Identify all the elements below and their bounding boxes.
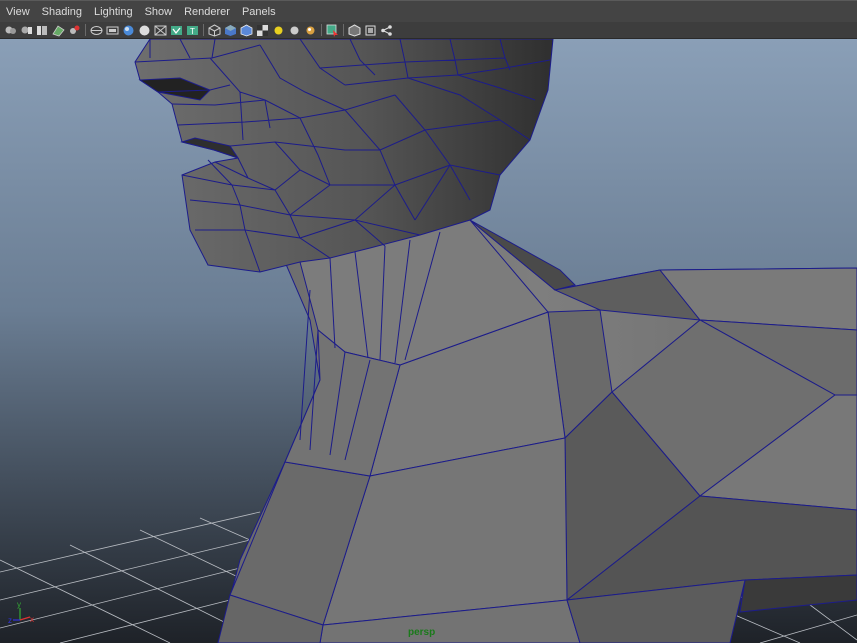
safe-title-icon[interactable]: T (186, 24, 199, 37)
isolate-select-icon[interactable] (326, 24, 339, 37)
toolbar-divider (321, 24, 322, 36)
axis-z-label: z (8, 616, 12, 625)
gate-mask-icon[interactable] (138, 24, 151, 37)
menu-renderer[interactable]: Renderer (178, 2, 236, 22)
camera-lock-icon[interactable] (68, 24, 81, 37)
safe-action-icon[interactable] (170, 24, 183, 37)
axis-y-label: y (17, 600, 21, 609)
resolution-gate-icon[interactable] (122, 24, 135, 37)
menu-view[interactable]: View (0, 2, 36, 22)
scene-canvas[interactable]: y x z (0, 39, 857, 643)
bookmarks-icon[interactable] (36, 24, 49, 37)
xray-icon[interactable] (348, 23, 361, 37)
menu-shading[interactable]: Shading (36, 2, 88, 22)
shadows-icon[interactable] (304, 24, 317, 37)
axis-x-label: x (30, 615, 34, 624)
backface-icon[interactable] (380, 24, 393, 37)
textured-icon[interactable] (256, 24, 269, 37)
maya-viewport-window: View Shading Lighting Show Renderer Pane… (0, 0, 857, 643)
camera-name-label: persp (408, 627, 436, 638)
wireframe-icon[interactable] (208, 23, 221, 37)
panel-menubar: View Shading Lighting Show Renderer Pane… (0, 0, 857, 22)
field-chart-icon[interactable] (154, 24, 167, 37)
wireframe-on-shaded-icon[interactable] (240, 24, 253, 37)
film-gate-icon[interactable] (106, 24, 119, 37)
all-lights-icon[interactable] (288, 24, 301, 37)
select-camera-icon[interactable] (4, 24, 17, 37)
smooth-shade-icon[interactable] (224, 24, 237, 37)
svg-text:T: T (190, 27, 195, 36)
image-plane-icon[interactable] (52, 24, 65, 37)
menu-panels[interactable]: Panels (236, 2, 282, 22)
grid-icon[interactable] (90, 24, 103, 37)
xray-joints-icon[interactable] (364, 24, 377, 37)
toolbar-divider (343, 24, 344, 36)
default-lighting-icon[interactable] (272, 24, 285, 37)
camera-attributes-icon[interactable] (20, 24, 33, 37)
perspective-viewport[interactable]: y x z (0, 39, 857, 643)
panel-toolbar: T (0, 22, 857, 39)
menu-show[interactable]: Show (139, 2, 179, 22)
toolbar-divider (203, 24, 204, 36)
toolbar-divider (85, 24, 86, 36)
menu-lighting[interactable]: Lighting (88, 2, 139, 22)
